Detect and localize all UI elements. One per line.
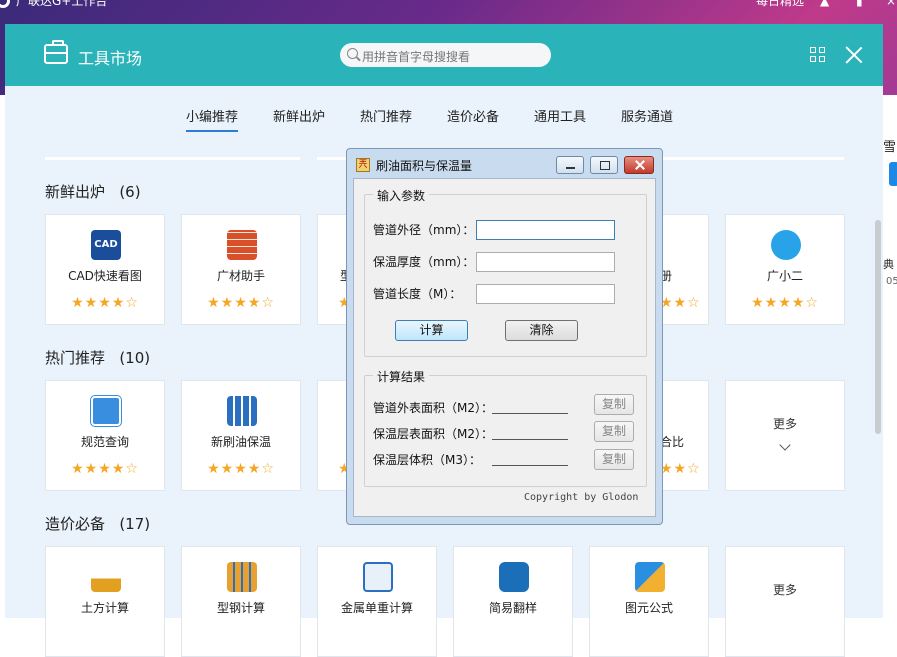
market-title: 工具市场: [78, 49, 143, 68]
dialog-title: 刷油面积与保温量: [376, 159, 473, 173]
pipe-length-input[interactable]: [476, 284, 615, 304]
close-button[interactable]: [624, 156, 654, 174]
market-header: 工具市场 用拼音首字母搜搜看: [5, 24, 883, 86]
pipe-diameter-input[interactable]: [476, 220, 615, 240]
calculate-button[interactable]: 计算: [395, 320, 468, 341]
search-icon: [347, 48, 358, 59]
tool-card[interactable]: 广小二 ★★★★☆: [725, 214, 845, 325]
result-label: 保温层表面积（M2）：: [373, 427, 493, 441]
field-label: 管道外径（mm）：: [373, 223, 475, 237]
cad-icon: CAD: [91, 230, 121, 260]
divider: [45, 157, 300, 160]
daily-picks-link[interactable]: 每日精选: [756, 0, 804, 9]
mascot-icon: [771, 230, 801, 260]
rating-stars: ★★★★☆: [207, 461, 275, 477]
tool-card[interactable]: CAD CAD快速看图 ★★★★☆: [45, 214, 165, 325]
rating-stars: ★★★★☆: [207, 295, 275, 311]
copy-button[interactable]: 复制: [594, 421, 634, 442]
paint-insulation-dialog: 兲 刷油面积与保温量 输入参数 管道外径（mm）： 保温厚度（mm）： 管道长度…: [346, 148, 663, 525]
background-text: 雪: [883, 140, 897, 155]
scrollbar[interactable]: [875, 220, 881, 434]
tab-cost-essentials[interactable]: 造价必备: [447, 106, 499, 130]
result-label: 管道外表面积（M2）：: [373, 401, 493, 415]
app-logo-icon: [0, 0, 10, 8]
background-text: 典: [883, 258, 894, 271]
background-text: 05: [886, 276, 897, 287]
taskbar: 广联达G+工作台 每日精选 ▲ ▮ ×: [0, 0, 897, 22]
bricks-icon: [227, 230, 257, 260]
copyright-text: Copyright by Glodon: [524, 492, 639, 503]
result-value: [492, 439, 568, 440]
tool-card[interactable]: 新刷油保温 ★★★★☆: [181, 380, 301, 491]
category-tabs: 小编推荐 新鲜出炉 热门推荐 造价必备 通用工具 服务通道: [5, 102, 883, 132]
section-title-popular: 热门推荐 (10): [45, 349, 151, 367]
rebar-icon: [499, 562, 529, 592]
chevron-down-icon: [779, 439, 791, 451]
clear-button[interactable]: 清除: [505, 320, 578, 341]
excavation-icon: [91, 562, 121, 592]
ruler-calc-icon: [227, 562, 257, 592]
copy-button[interactable]: 复制: [594, 394, 634, 415]
result-value: [492, 413, 568, 414]
more-card[interactable]: 更多: [725, 546, 845, 657]
bell-icon[interactable]: ▲: [820, 0, 829, 8]
grid-view-icon[interactable]: [810, 47, 826, 63]
maximize-button[interactable]: [590, 156, 618, 174]
tool-card[interactable]: 广材助手 ★★★★☆: [181, 214, 301, 325]
field-label: 管道长度（M）：: [373, 287, 462, 301]
menu-icon[interactable]: ▮: [856, 0, 863, 8]
tab-service-channel[interactable]: 服务通道: [621, 106, 673, 130]
insulation-thickness-input[interactable]: [476, 252, 615, 272]
tab-editor-picks[interactable]: 小编推荐: [186, 106, 239, 132]
minimize-button[interactable]: [556, 156, 584, 174]
result-value: [492, 465, 568, 466]
search-placeholder: 用拼音首字母搜搜看: [362, 50, 471, 64]
field-label: 保温厚度（mm）：: [373, 255, 475, 269]
tab-new[interactable]: 新鲜出炉: [273, 106, 325, 130]
dialog-body: 输入参数 管道外径（mm）： 保温厚度（mm）： 管道长度（M）： 计算 清除 …: [353, 178, 656, 517]
tab-general-tools[interactable]: 通用工具: [534, 106, 586, 130]
copy-button[interactable]: 复制: [594, 449, 634, 470]
briefcase-icon: [44, 40, 68, 64]
tool-card[interactable]: 简易翻样: [453, 546, 573, 657]
tool-card[interactable]: 金属单重计算: [317, 546, 437, 657]
rating-stars: ★★★★☆: [71, 461, 139, 477]
app-title: 广联达G+工作台: [16, 0, 108, 8]
result-group: 计算结果 管道外表面积（M2）： 复制 保温层表面积（M2）： 复制 保温层体积…: [364, 368, 647, 487]
tool-card[interactable]: 图元公式: [589, 546, 709, 657]
calculator-icon: [227, 396, 257, 426]
close-icon[interactable]: ×: [886, 0, 896, 8]
sheet-calc-icon: [363, 562, 393, 592]
rating-stars: ★★★★☆: [71, 295, 139, 311]
search-box[interactable]: 用拼音首字母搜搜看: [340, 43, 551, 67]
dialog-app-icon: 兲: [356, 158, 370, 172]
tool-card[interactable]: 规范查询 ★★★★☆: [45, 380, 165, 491]
tool-card[interactable]: 型钢计算: [181, 546, 301, 657]
book-search-icon: [91, 396, 121, 426]
tab-popular[interactable]: 热门推荐: [360, 106, 412, 130]
input-group: 输入参数 管道外径（mm）： 保温厚度（mm）： 管道长度（M）： 计算 清除: [364, 187, 647, 357]
section-title-cost: 造价必备 (17): [45, 515, 151, 533]
result-label: 保温层体积（M3）：: [373, 453, 481, 467]
close-icon[interactable]: [845, 46, 863, 64]
pencil-grid-icon: [635, 562, 665, 592]
section-title-new: 新鲜出炉 (6): [45, 183, 141, 201]
rating-stars: ★★★★☆: [751, 295, 819, 311]
more-card[interactable]: 更多: [725, 380, 845, 491]
background-button: [889, 162, 897, 186]
tool-card[interactable]: 土方计算: [45, 546, 165, 657]
